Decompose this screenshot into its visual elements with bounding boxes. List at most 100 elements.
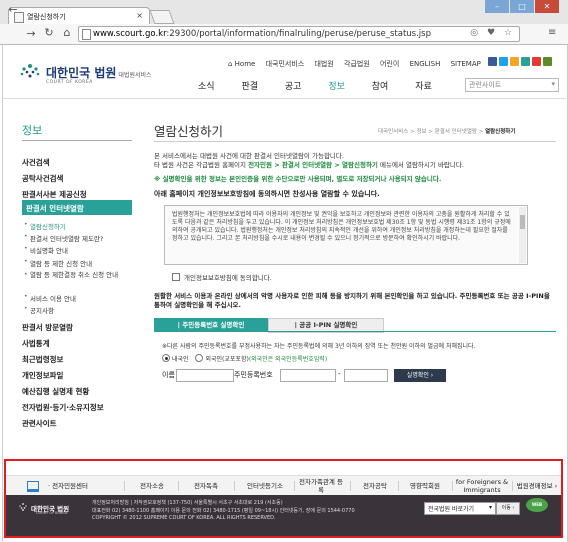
forward-icon[interactable]: → [24,27,38,40]
header-divider [2,98,566,99]
rrn-label: 주민등록번호 [234,371,273,379]
agree-row: 개인정보보호방침에 동의합니다. [172,272,272,282]
breadcrumb-item[interactable]: 정보 [416,129,426,135]
browser-tab[interactable]: 열람신청하기 × [8,7,150,25]
app-icon[interactable] [543,57,552,66]
util-sitemap-link[interactable]: SITEMAP [451,60,481,68]
site-logo-subtitle: COURT OF KOREA [46,80,93,85]
nationality-options: 내국인 외국인(교포포함)(외국인은 외국인등록번호입력) [162,354,327,363]
nav-information[interactable]: 정보 [328,79,345,92]
url-host: www.scourt.go.kr [93,29,167,39]
sidebar-item-laws[interactable]: 최근법령정보 [22,354,63,365]
util-home-link[interactable]: ⌂ Home [228,60,255,68]
auth-tabs: | 주민등록번호 실명확인 | 공공 I-PIN 실명확인 [154,318,556,333]
sidebar-item-visit[interactable]: 판결서 방문열람 [22,322,73,333]
sidebar-sub-restrict[interactable]: 열람 등 제한 신청 안내 [30,258,92,268]
sidebar-item-stats[interactable]: 사법통계 [22,338,50,349]
util-courts-link[interactable]: 각급법원 [344,60,370,68]
twitter-icon[interactable] [499,57,508,66]
tab-title: 열람신청하기 [27,13,66,21]
rrn-first-input[interactable] [280,369,336,382]
rss-icon[interactable] [510,57,519,66]
sidebar-item-e-court[interactable]: 전자법원·등기·소유지정보 [22,402,104,413]
privacy-warning: ※ 실명확인을 위한 정보는 본인인증을 위한 수단으로만 사용되며, 별도로 … [154,175,442,183]
sidebar-item-deposit-search[interactable]: 공탁사건검색 [22,173,63,184]
address-bar[interactable]: www.scourt.go.kr:29300/portal/informatio… [78,26,520,42]
youtube-icon[interactable] [532,57,541,66]
browser-menu-icon[interactable]: ≡ [548,27,556,38]
footer-highlight-box [4,459,563,538]
bullet-icon: • [24,258,28,265]
intro-line: 타 법원 사건은 각급법원 홈페이지 [154,160,249,169]
intro-line: 메뉴에서 열람하시기 바랍니다. [377,160,464,169]
nav-notices[interactable]: 공고 [285,79,302,92]
intro-menu-path: 전자민원 > 판결서 인터넷열람 > 열람신청하기 [248,160,378,169]
intro-line: 본 서비스에서는 대법원 사건에 대한 판결서 인터넷열람이 가능합니다. [154,152,344,160]
radio-foreign-label: 외국인(교포포함) [205,356,249,363]
blog-icon[interactable] [521,57,530,66]
verify-button[interactable]: 실명확인 › [394,369,446,382]
auth-tabs-underline [154,331,556,332]
url-path: :29300/portal/information/finalruling/pe… [166,29,431,39]
radio-domestic-label: 내국인 [172,356,189,363]
util-public-service-link[interactable]: 대국민서비스 [266,60,305,68]
rrn-second-input[interactable] [344,369,388,382]
name-input[interactable] [176,369,234,382]
related-sites-select[interactable]: 관련사이트 ▾ [465,78,559,92]
nav-judgments[interactable]: 판결 [241,79,258,92]
util-supreme-court-link[interactable]: 대법원 [314,60,333,68]
court-emblem-icon [20,64,40,78]
foreign-guide-link[interactable]: (외국인은 외국인등록번호입력) [249,356,327,363]
privacy-policy-scrollbar[interactable] [519,207,526,263]
sidebar-item-privacy-files[interactable]: 개인정보파일 [22,370,63,381]
page-title: 열람신청하기 [154,124,224,139]
sidebar-sub-about[interactable]: 판결서 인터넷열람 제도란? [30,233,103,243]
auth-legal-note: ※다른 사람의 주민등록번호를 부정사용하는 자는 주민등록법에 의해 3년 이… [162,343,476,350]
sidebar-sub-notices[interactable]: 공지사항 [30,305,54,315]
breadcrumb-item[interactable]: 판결서 인터넷열람 [435,129,477,135]
nav-resources[interactable]: 자료 [415,79,432,92]
maximize-button[interactable]: □ [510,0,534,13]
sidebar-item-judgment-copy[interactable]: 판결서사본 제공신청 [22,189,87,200]
tab-resident-number[interactable]: | 주민등록번호 실명확인 [154,318,268,332]
bullet-icon: • [24,271,28,278]
util-english-link[interactable]: ENGLISH [410,60,441,68]
close-window-button[interactable]: ✕ [535,0,559,13]
agree-checkbox[interactable] [172,273,180,281]
util-kids-link[interactable]: 어린이 [380,60,399,68]
consent-question: 아래 홈페이지 개인정보보호방침에 동의하시면 찬성사용 열람할 수 있습니다. [154,190,380,198]
sidebar-sub-restrict-cancel[interactable]: 열람 등 제한결정 취소 신청 안내 [30,271,122,279]
home-icon[interactable]: ⌂ [60,26,74,39]
bullet-icon: • [24,233,28,240]
sidebar-sub-apply[interactable]: 열람신청하기 [30,221,66,231]
sidebar-divider [22,140,132,141]
chevron-down-icon: ▾ [551,80,555,88]
sns-links [488,57,554,68]
nav-participation[interactable]: 참여 [372,79,389,92]
sidebar-item-case-search[interactable]: 사건검색 [22,157,50,168]
agree-label: 개인정보보호방침에 동의합니다. [184,274,272,282]
sidebar-item-budget[interactable]: 예산집행 실명제 현황 [22,386,89,397]
breadcrumb-current: 열람신청하기 [485,129,516,135]
facebook-icon[interactable] [488,57,497,66]
bullet-icon: • [24,221,28,228]
site-logo[interactable]: 대한민국 법원 대법원서비스 [46,64,152,81]
sidebar-sub-service-guide[interactable]: 서비스 이용 안내 [30,293,76,303]
sidebar-item-judgment-online[interactable]: 판결서 인터넷열람 [22,200,132,215]
page-icon [82,29,91,40]
tab-close-icon[interactable]: × [136,11,143,20]
utility-nav: ⌂ Home 대국민서비스 대법원 각급법원 어린이 ENGLISH SITEM… [228,59,489,69]
sidebar-item-related-sites[interactable]: 관련사이트 [22,418,57,429]
radio-domestic[interactable] [162,354,170,362]
related-sites-label: 관련사이트 [469,81,502,89]
nav-news[interactable]: 소식 [198,79,215,92]
minimize-button[interactable]: – [485,0,509,13]
address-bar-icons[interactable]: ◎ ♥ ☆ [470,28,515,38]
privacy-policy-box[interactable]: 법원행정처는 개인정보보호법에 따라 이용자의 개인정보 및 권익을 보호하고 … [164,205,528,265]
reload-icon[interactable]: ↻ [42,26,56,39]
intro-text: 본 서비스에서는 대법원 사건에 대한 판결서 인터넷열람이 가능합니다. 타 … [154,152,554,169]
radio-foreign[interactable] [195,354,204,362]
breadcrumb-item[interactable]: 대국민서비스 [378,129,408,135]
sidebar-sub-anonymize[interactable]: 비실명화 안내 [30,245,68,255]
back-icon[interactable]: ← [6,3,20,16]
